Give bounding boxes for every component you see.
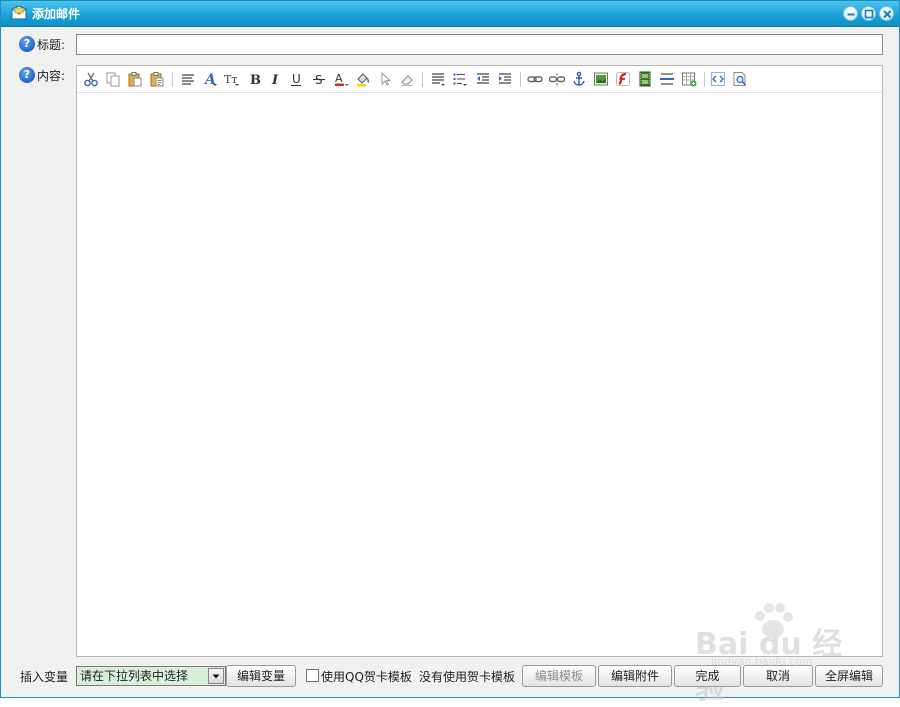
subject-label-group: ? 标题: [19, 36, 65, 52]
unlink-icon[interactable] [549, 71, 565, 87]
use-qq-card-checkbox[interactable] [306, 669, 319, 682]
toolbar-separator [172, 72, 173, 87]
preview-icon[interactable] [732, 71, 748, 87]
help-icon[interactable]: ? [19, 67, 35, 83]
align-icon[interactable] [430, 71, 446, 87]
image-icon[interactable] [593, 71, 609, 87]
paste-icon[interactable] [127, 71, 143, 87]
toolbar-separator [422, 72, 423, 87]
cut-icon[interactable] [83, 71, 99, 87]
mail-icon [11, 6, 27, 20]
underline-glyph: U [292, 72, 301, 86]
minimize-icon [847, 13, 855, 16]
editor-content-area[interactable] [77, 94, 882, 656]
select-icon[interactable] [378, 71, 394, 87]
outdent-icon[interactable] [475, 71, 491, 87]
font-color-glyph: A [335, 72, 343, 85]
maximize-button[interactable] [861, 6, 876, 21]
editor-toolbar: A Tт B I U S [77, 66, 882, 93]
done-button[interactable]: 完成 [674, 665, 741, 687]
media-icon[interactable] [637, 71, 653, 87]
variable-select[interactable]: 请在下拉列表中选择 [76, 666, 226, 686]
toolbar-separator [520, 72, 521, 87]
table-icon[interactable] [681, 71, 697, 87]
content-label-group: ? 内容: [19, 67, 65, 83]
anchor-icon[interactable] [571, 71, 587, 87]
subject-input[interactable] [76, 34, 883, 55]
close-icon [883, 10, 892, 19]
copy-icon[interactable] [105, 71, 121, 87]
font-color-icon[interactable]: A [333, 71, 349, 87]
link-icon[interactable] [527, 71, 543, 87]
subject-label: 标题: [37, 37, 66, 52]
underline-icon[interactable]: U [288, 71, 304, 87]
edit-template-button[interactable]: 编辑模板 [522, 665, 596, 687]
toolbar-separator [704, 72, 705, 87]
list-icon[interactable] [452, 71, 468, 87]
insert-variable-label: 插入变量 [20, 670, 69, 684]
close-button[interactable] [879, 6, 894, 21]
strikethrough-icon[interactable]: S [311, 71, 327, 87]
minimize-button[interactable] [843, 6, 858, 21]
dropdown-arrow[interactable] [208, 668, 224, 684]
maximize-icon [864, 9, 874, 19]
italic-glyph: I [271, 73, 279, 87]
window-title: 添加邮件 [32, 7, 81, 21]
font-family-icon[interactable] [180, 71, 196, 87]
horizontal-rule-icon[interactable] [659, 71, 675, 87]
variable-select-value: 请在下拉列表中选择 [80, 669, 189, 683]
chevron-down-icon [212, 674, 220, 679]
bold-icon[interactable]: B [246, 71, 262, 87]
italic-icon[interactable]: I [267, 71, 283, 87]
font-size-icon[interactable]: Tт [224, 71, 240, 87]
source-icon[interactable] [710, 71, 726, 87]
edit-variable-button[interactable]: 编辑变量 [226, 665, 296, 687]
fullscreen-edit-button[interactable]: 全屏编辑 [815, 665, 883, 687]
rich-text-editor: A Tт B I U S [76, 65, 883, 657]
help-icon[interactable]: ? [19, 36, 35, 52]
bold-glyph: B [250, 73, 261, 87]
indent-icon[interactable] [497, 71, 513, 87]
add-mail-window: 添加邮件 ? 标题: ? 内容: A Tт B I U A Bai du 经验 … [0, 0, 900, 706]
paste-text-icon[interactable] [149, 71, 165, 87]
bottom-bar: 插入变量 请在下拉列表中选择 编辑变量 使用QQ贺卡模板 没有使用贺卡模板 编辑… [1, 661, 899, 691]
no-template-text: 没有使用贺卡模板 [419, 670, 516, 684]
edit-attachment-button[interactable]: 编辑附件 [598, 665, 672, 687]
background-color-icon[interactable] [355, 71, 371, 87]
flash-icon[interactable] [615, 71, 631, 87]
use-qq-card-label: 使用QQ贺卡模板 [321, 670, 412, 684]
cancel-button[interactable]: 取消 [743, 665, 813, 687]
eraser-icon[interactable] [399, 71, 415, 87]
content-label: 内容: [37, 68, 66, 83]
font-style-icon[interactable]: A [202, 71, 218, 87]
title-bar[interactable]: 添加邮件 [1, 1, 899, 27]
